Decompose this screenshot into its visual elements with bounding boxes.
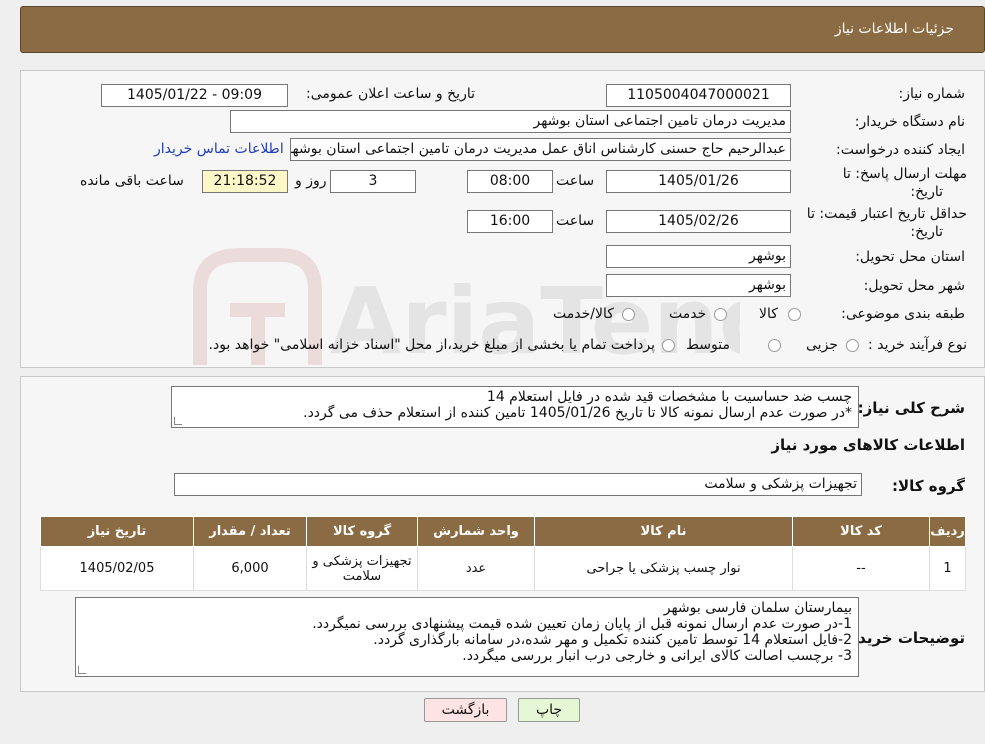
print-button[interactable]: چاپ: [518, 698, 580, 722]
province-label: استان محل تحویل:: [855, 249, 965, 265]
process-radio-minor[interactable]: [846, 339, 859, 352]
summary-line-1: چسب ضد حساسیت با مشخصات قید شده در فایل …: [486, 389, 852, 405]
cell-row-number: 1: [929, 546, 966, 591]
col-group: گروه کالا: [306, 516, 418, 547]
validity-label: حداقل تاریخ اعتبار قیمت: تا: [806, 206, 967, 222]
category-option-service: خدمت: [669, 306, 707, 322]
buyer-org-label: نام دستگاه خریدار:: [854, 114, 965, 130]
cell-unit: عدد: [417, 546, 535, 591]
process-note: پرداخت تمام یا بخشی از مبلغ خرید،از محل …: [208, 337, 655, 353]
goods-group-field: تجهیزات پزشکی و سلامت: [174, 473, 862, 496]
process-option-minor: جزیی: [806, 337, 838, 353]
buyer-notes-line-3: 2-فایل استعلام 14 توسط تامین کننده تکمیل…: [373, 632, 852, 648]
col-unit: واحد شمارش: [417, 516, 535, 547]
creator-field: عبدالرحیم حاج حسنی کارشناس اناق عمل مدیر…: [290, 138, 791, 161]
validity-date-field: 1405/02/26: [606, 210, 791, 233]
resize-grip-icon[interactable]: [78, 666, 86, 674]
col-need-date: تاریخ نیاز: [40, 516, 194, 547]
page-title: جزئیات اطلاعات نیاز: [834, 21, 954, 37]
buyer-notes-textarea[interactable]: بیمارستان سلمان فارسی بوشهر 1-در صورت عد…: [75, 597, 859, 677]
deadline-date-field: 1405/01/26: [606, 170, 791, 193]
category-option-goods: کالا: [759, 306, 778, 322]
category-radio-service[interactable]: [714, 308, 727, 321]
cell-group: تجهیزات پزشکی و سلامت: [306, 546, 418, 591]
announce-label: تاریخ و ساعت اعلان عمومی:: [306, 86, 475, 102]
col-item-name: نام کالا: [534, 516, 793, 547]
summary-textarea[interactable]: چسب ضد حساسیت با مشخصات قید شده در فایل …: [171, 386, 859, 428]
need-number-field: 1105004047000021: [606, 84, 791, 107]
validity-time-field: 16:00: [467, 210, 553, 233]
buyer-notes-line-2: 1-در صورت عدم ارسال نمونه قبل از پایان ز…: [312, 616, 852, 632]
process-label: نوع فرآیند خرید :: [868, 337, 967, 353]
remaining-time-field: 21:18:52: [202, 170, 288, 193]
days-remaining-field: 3: [330, 170, 416, 193]
buyer-org-field: مدیریت درمان تامین اجتماعی استان بوشهر: [230, 110, 791, 133]
goods-section-title: اطلاعات کالاهای مورد نیاز: [771, 436, 965, 454]
city-label: شهر محل تحویل:: [863, 278, 965, 294]
goods-group-label: گروه کالا:: [892, 477, 965, 495]
creator-label: ایجاد کننده درخواست:: [836, 142, 965, 158]
deadline-label: مهلت ارسال پاسخ: تا: [842, 166, 967, 182]
summary-line-2: *در صورت عدم ارسال نمونه کالا تا تاریخ 1…: [303, 405, 852, 421]
buyer-contact-link[interactable]: اطلاعات تماس خریدار: [154, 141, 284, 157]
validity-label-line2: تاریخ:: [910, 224, 943, 240]
province-field: بوشهر: [606, 245, 791, 268]
category-radio-goods[interactable]: [788, 308, 801, 321]
need-number-label: شماره نیاز:: [898, 86, 966, 102]
days-label: روز و: [295, 173, 327, 189]
buyer-notes-line-4: 3- برچسب اصالت کالای ایرانی و خارجی درب …: [462, 648, 852, 664]
cell-item-name: نوار چسب پزشکی یا جراحی: [534, 546, 793, 591]
city-field: بوشهر: [606, 274, 791, 297]
process-checkbox-treasury[interactable]: [662, 339, 675, 352]
buyer-notes-line-1: بیمارستان سلمان فارسی بوشهر: [663, 600, 852, 616]
category-label: طبقه بندی موضوعی:: [841, 306, 965, 322]
announce-field: 1405/01/22 - 09:09: [101, 84, 288, 107]
process-radio-medium[interactable]: [768, 339, 781, 352]
summary-label: شرح کلی نیاز:: [857, 399, 965, 417]
col-row-number: ردیف: [929, 516, 966, 547]
deadline-time-label: ساعت: [556, 173, 595, 189]
table-row: 1 -- نوار چسب پزشکی یا جراحی عدد تجهیزات…: [40, 546, 966, 591]
cell-item-code: --: [792, 546, 930, 591]
cell-quantity: 6,000: [193, 546, 307, 591]
items-table: ردیف کد کالا نام کالا واحد شمارش گروه کا…: [40, 516, 966, 591]
deadline-label-line2: تاریخ:: [910, 184, 943, 200]
remaining-time-label: ساعت باقی مانده: [80, 173, 184, 189]
cell-need-date: 1405/02/05: [40, 546, 194, 591]
category-option-goods-service: کالا/خدمت: [553, 306, 614, 322]
deadline-time-field: 08:00: [467, 170, 553, 193]
validity-time-label: ساعت: [556, 213, 595, 229]
page-header: جزئیات اطلاعات نیاز: [20, 6, 985, 53]
table-header-row: ردیف کد کالا نام کالا واحد شمارش گروه کا…: [40, 516, 966, 547]
col-quantity: تعداد / مقدار: [193, 516, 307, 547]
category-radio-goods-service[interactable]: [622, 308, 635, 321]
process-option-medium: متوسط: [686, 337, 730, 353]
resize-grip-icon[interactable]: [174, 417, 182, 425]
back-button[interactable]: بازگشت: [424, 698, 507, 722]
col-item-code: کد کالا: [792, 516, 930, 547]
